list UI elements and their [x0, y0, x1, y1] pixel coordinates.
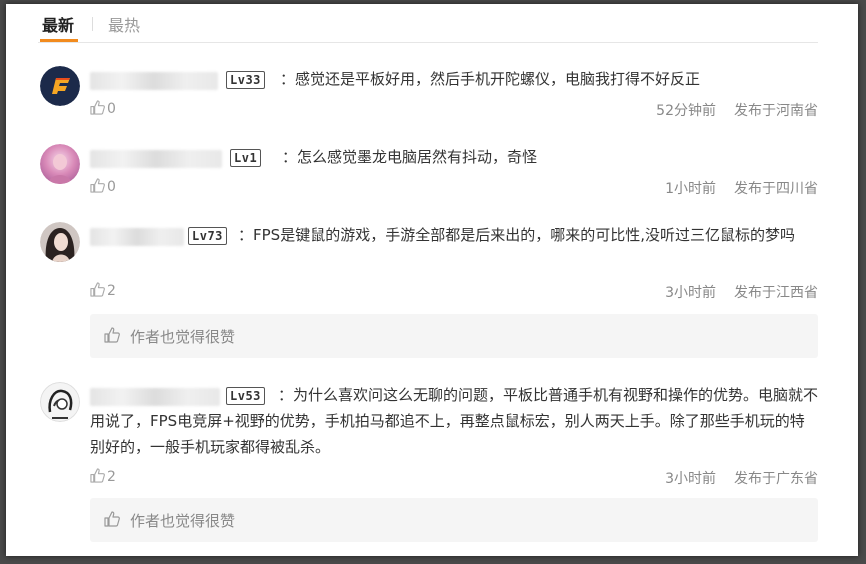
- tab-divider: [92, 17, 93, 31]
- comment-text: ：感觉还是平板好用，然后手机开陀螺仪，电脑我打得不好反正: [280, 70, 701, 88]
- like-count: 0: [107, 179, 116, 195]
- comment-text: ：怎么感觉墨龙电脑居然有抖动，奇怪: [282, 148, 538, 166]
- comment-meta: 3小时前 发布于广东省: [665, 468, 818, 488]
- comment-time: 52分钟前: [656, 103, 716, 119]
- comments-panel: 最新 最热 Lv33 ：感觉还是平板好用，然后手机开陀螺仪，电脑我打得不好反正 …: [6, 4, 858, 556]
- comment-meta: 1小时前 发布于四川省: [665, 178, 818, 198]
- comment-time: 1小时前: [665, 181, 716, 197]
- thumbs-up-icon: [90, 282, 105, 297]
- like-count: 2: [107, 469, 116, 485]
- thumbs-up-icon: [104, 511, 120, 527]
- author-reply: 作者也觉得很赞: [90, 314, 818, 358]
- avatar[interactable]: [40, 144, 80, 184]
- comment-time: 3小时前: [665, 471, 716, 487]
- comment-item: Lv73 ：FPS是键鼠的游戏，手游全部都是后来出的，哪来的可比性,没听过三亿鼠…: [38, 218, 818, 362]
- comment-item: Lv53 ：为什么喜欢问这么无聊的问题，平板比普通手机有视野和操作的优势。电脑就…: [38, 378, 818, 548]
- author-reply: 作者也觉得很赞: [90, 498, 818, 542]
- comment-text: ：为什么喜欢问这么无聊的问题，平板比普通手机有视野和操作的优势。电脑就不用说了，…: [90, 386, 819, 456]
- comment-item: Lv1 ：怎么感觉墨龙电脑居然有抖动，奇怪 0 1小时前 发布于四川省: [38, 140, 818, 206]
- like-count: 2: [107, 283, 116, 299]
- like-button[interactable]: 2: [90, 468, 116, 486]
- comment-time: 3小时前: [665, 285, 716, 301]
- like-button[interactable]: 2: [90, 282, 116, 300]
- thumbs-up-icon: [104, 327, 120, 343]
- comment-text: ：FPS是键鼠的游戏，手游全部都是后来出的，哪来的可比性,没听过三亿鼠标的梦吗: [238, 226, 795, 244]
- author-reply-text: 作者也觉得很赞: [130, 512, 236, 530]
- comment-meta: 52分钟前 发布于河南省: [656, 100, 818, 120]
- like-count: 0: [107, 101, 116, 117]
- tab-latest[interactable]: 最新: [42, 12, 74, 36]
- comment-item: Lv33 ：感觉还是平板好用，然后手机开陀螺仪，电脑我打得不好反正 0 52分钟…: [38, 60, 818, 126]
- comment-meta: 3小时前 发布于江西省: [665, 282, 818, 302]
- comment-tabs: 最新 最热: [38, 4, 818, 43]
- avatar[interactable]: [40, 222, 80, 262]
- avatar[interactable]: [40, 382, 80, 422]
- tab-hottest[interactable]: 最热: [108, 12, 140, 36]
- thumbs-up-icon: [90, 178, 105, 193]
- comment-location: 发布于河南省: [734, 103, 818, 119]
- active-tab-indicator: [40, 39, 78, 42]
- like-button[interactable]: 0: [90, 178, 116, 196]
- comment-location: 发布于江西省: [734, 285, 818, 301]
- thumbs-up-icon: [90, 100, 105, 115]
- author-reply-text: 作者也觉得很赞: [130, 328, 236, 346]
- avatar[interactable]: [40, 66, 80, 106]
- thumbs-up-icon: [90, 468, 105, 483]
- like-button[interactable]: 0: [90, 100, 116, 118]
- comment-location: 发布于四川省: [734, 181, 818, 197]
- comment-location: 发布于广东省: [734, 471, 818, 487]
